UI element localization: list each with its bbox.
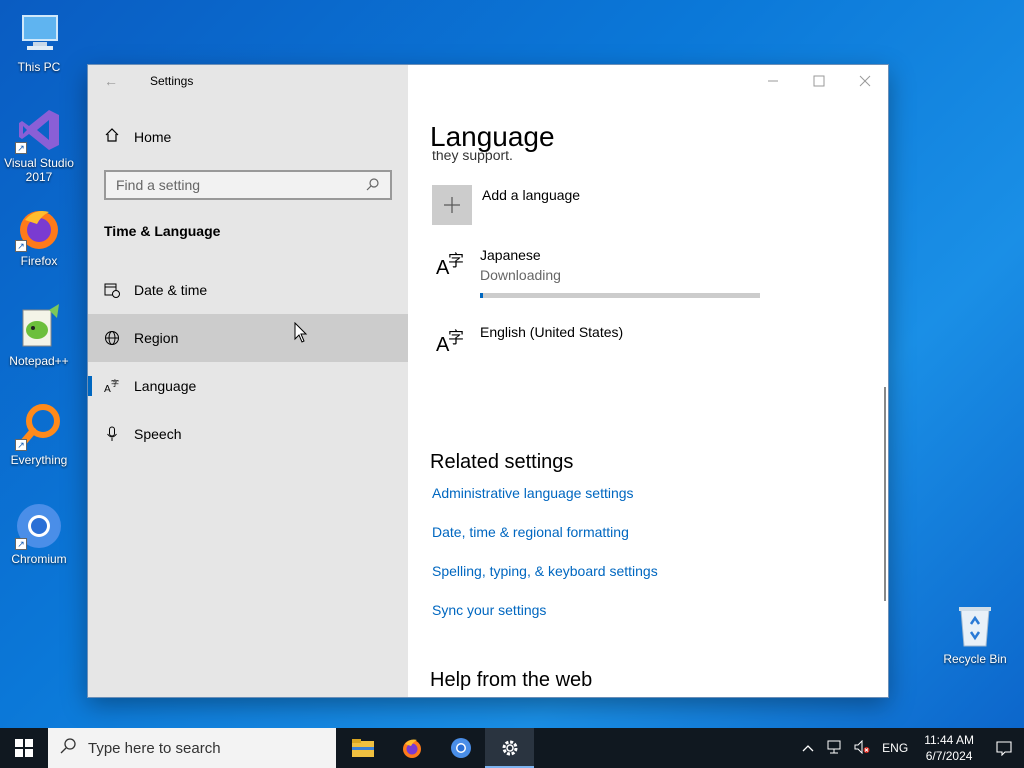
taskbar-search-box[interactable]: Type here to search <box>48 728 336 768</box>
firefox-icon[interactable] <box>387 728 436 768</box>
language-status: Downloading <box>480 267 561 283</box>
shortcut-arrow-icon: ↗ <box>15 439 27 451</box>
language-name: English (United States) <box>480 324 624 340</box>
settings-icon[interactable] <box>485 728 534 768</box>
sidebar-item-language[interactable]: A字 Language <box>88 362 408 410</box>
home-nav-item[interactable]: Home <box>104 127 171 146</box>
settings-sidebar: ← Settings Home Find a setting Time & La… <box>88 65 408 697</box>
link-spelling-typing-keyboard-settings[interactable]: Spelling, typing, & keyboard settings <box>432 563 658 579</box>
language-name: Japanese <box>480 247 541 263</box>
taskbar-apps <box>338 728 534 768</box>
download-progress-fill <box>480 293 483 298</box>
help-from-web-heading: Help from the web <box>430 669 593 691</box>
taskbar: Type here to search ENG 11:44 AM 6/7/202… <box>0 728 1024 768</box>
section-title: Time & Language <box>104 223 221 239</box>
chromium-icon[interactable] <box>436 728 485 768</box>
maximize-button[interactable] <box>796 65 842 97</box>
visual-studio-icon: ↗ <box>15 106 63 154</box>
svg-text:字: 字 <box>111 378 119 388</box>
desktop-icon-label: Recycle Bin <box>943 652 1007 666</box>
firefox-icon: ↗ <box>15 204 63 252</box>
language-item-japanese[interactable]: A字 Japanese Downloading <box>434 247 760 298</box>
window-title: Settings <box>150 74 194 88</box>
taskbar-search-placeholder: Type here to search <box>88 739 221 757</box>
clock[interactable]: 11:44 AM 6/7/2024 <box>914 732 984 764</box>
computer-icon <box>15 10 63 58</box>
sidebar-item-label: Date & time <box>134 282 208 298</box>
scrollbar[interactable] <box>884 387 886 601</box>
search-icon <box>366 177 380 194</box>
download-progress-bar <box>480 293 760 298</box>
search-placeholder: Find a setting <box>116 177 201 193</box>
caption-buttons <box>750 65 888 97</box>
everything-search-icon: ↗ <box>15 403 63 451</box>
clipped-description-text: they support. <box>432 151 513 163</box>
desktop-icon-chromium[interactable]: ↗ Chromium <box>0 502 78 566</box>
link-administrative-language-settings[interactable]: Administrative language settings <box>432 485 634 501</box>
page-title: Language <box>430 121 555 152</box>
clock-time: 11:44 AM <box>924 733 974 747</box>
desktop-icon-firefox[interactable]: ↗ Firefox <box>0 204 78 268</box>
input-language-indicator[interactable]: ENG <box>876 741 914 755</box>
add-language-label: Add a language <box>482 187 581 203</box>
settings-window: ← Settings Home Find a setting Time & La… <box>88 65 888 697</box>
language-item-english-us[interactable]: A字 English (United States) <box>434 324 623 360</box>
sidebar-item-date-time[interactable]: Date & time <box>88 266 408 314</box>
chevron-up-icon[interactable] <box>796 741 820 755</box>
globe-icon <box>104 330 120 346</box>
sidebar-item-region[interactable]: Region <box>88 314 408 362</box>
find-setting-search-input[interactable]: Find a setting <box>104 170 392 200</box>
related-settings-heading: Related settings <box>430 451 574 473</box>
language-icon: A字 <box>104 378 120 394</box>
desktop-icon-label: Visual Studio 2017 <box>4 156 74 184</box>
settings-main-pane: Language they support. Add a language A字… <box>408 65 888 697</box>
windows-logo-icon <box>15 739 33 757</box>
notepad-plus-plus-icon <box>15 304 63 352</box>
action-center-icon[interactable] <box>984 728 1024 768</box>
desktop-icon-label: Chromium <box>11 552 67 566</box>
shortcut-arrow-icon: ↗ <box>15 142 27 154</box>
search-icon <box>60 738 76 758</box>
sidebar-item-label: Speech <box>134 426 182 442</box>
link-sync-your-settings[interactable]: Sync your settings <box>432 602 546 618</box>
language-icon: A字 <box>436 253 465 279</box>
plus-icon <box>432 185 472 225</box>
minimize-button[interactable] <box>750 65 796 97</box>
recycle-bin-icon <box>951 602 999 650</box>
home-icon <box>104 127 120 146</box>
calendar-clock-icon <box>104 282 120 298</box>
system-tray: ENG 11:44 AM 6/7/2024 <box>796 728 1024 768</box>
chromium-icon: ↗ <box>15 502 63 550</box>
desktop-icon-label: Firefox <box>20 254 58 268</box>
clock-date: 6/7/2024 <box>925 749 973 763</box>
mouse-cursor-icon <box>294 321 308 349</box>
sidebar-item-label: Region <box>134 330 179 346</box>
desktop-icon-label: This PC <box>17 60 61 74</box>
shortcut-arrow-icon: ↗ <box>15 240 27 252</box>
shortcut-arrow-icon: ↗ <box>15 538 27 550</box>
title-bar[interactable]: ← Settings <box>88 65 408 97</box>
file-explorer-icon[interactable] <box>338 728 387 768</box>
desktop-icon-label: Notepad++ <box>9 354 69 368</box>
svg-text:A: A <box>104 384 111 394</box>
link-date-time-regional-formatting[interactable]: Date, time & regional formatting <box>432 524 629 540</box>
desktop-icon-recycle-bin[interactable]: Recycle Bin <box>936 602 1014 666</box>
back-arrow-icon[interactable]: ← <box>104 73 118 89</box>
microphone-icon <box>104 426 120 442</box>
desktop-icon-this-pc[interactable]: This PC <box>0 10 78 74</box>
start-button[interactable] <box>0 728 48 768</box>
close-button[interactable] <box>842 65 888 97</box>
desktop-icon-everything[interactable]: ↗ Everything <box>0 403 78 467</box>
network-icon[interactable] <box>820 740 848 757</box>
sidebar-item-label: Language <box>134 378 197 394</box>
sidebar-item-speech[interactable]: Speech <box>88 410 408 458</box>
desktop-icon-notepad-plus-plus[interactable]: Notepad++ <box>0 304 78 368</box>
volume-muted-icon[interactable] <box>848 739 876 757</box>
desktop-icon-label: Everything <box>10 453 68 467</box>
add-language-button[interactable]: Add a language <box>432 185 580 225</box>
home-label: Home <box>134 128 172 145</box>
desktop-icon-visual-studio[interactable]: ↗ Visual Studio 2017 <box>0 106 78 184</box>
language-icon: A字 <box>436 330 465 356</box>
